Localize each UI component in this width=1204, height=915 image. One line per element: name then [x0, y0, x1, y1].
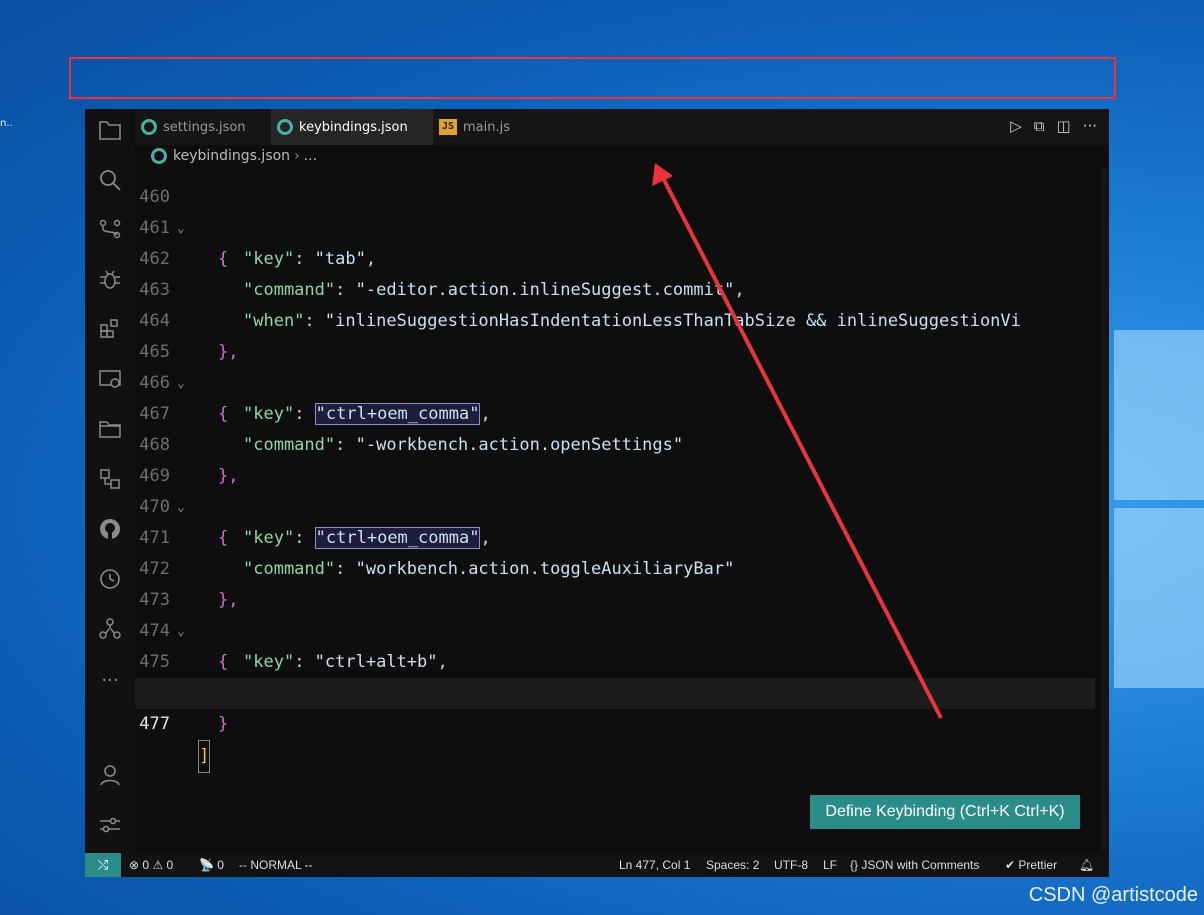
watermark: CSDN @artistcode: [1028, 884, 1198, 906]
annotation-arrow: [652, 163, 943, 719]
